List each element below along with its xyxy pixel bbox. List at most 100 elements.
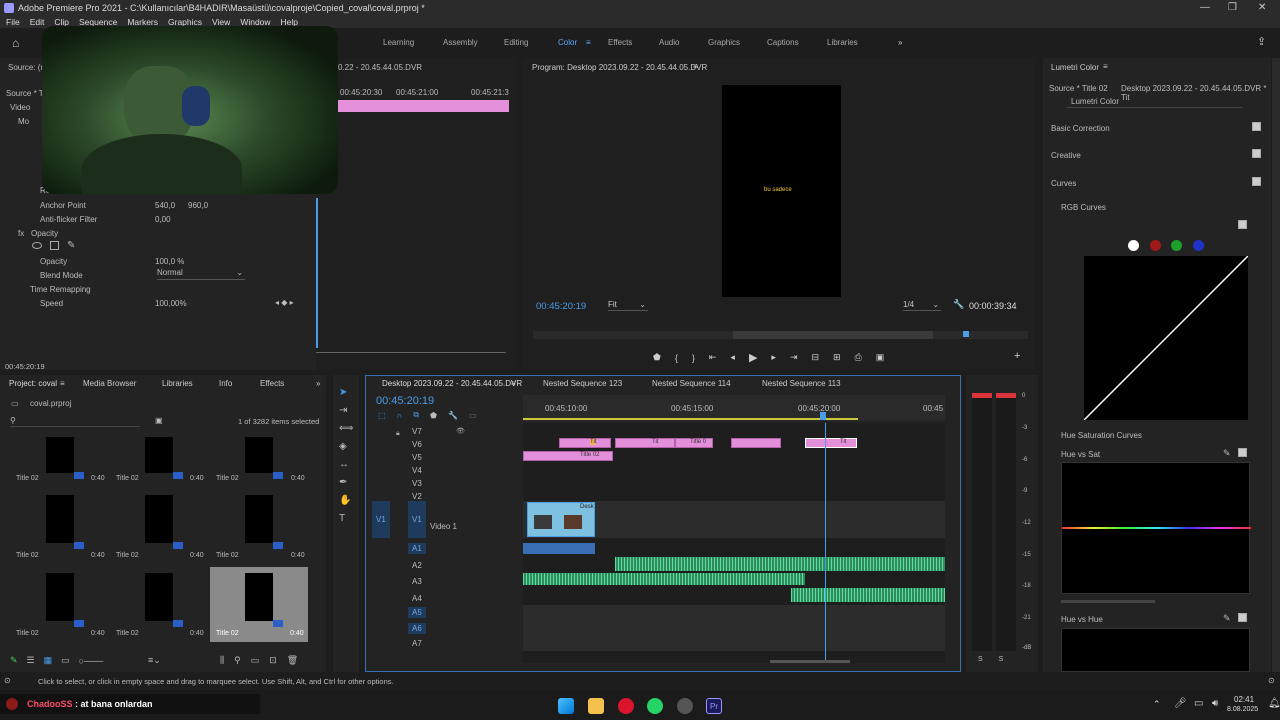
workspace-color[interactable]: Color [558,38,577,47]
workspace-captions[interactable]: Captions [767,38,799,47]
linked-selection-icon[interactable]: ⧉ [413,410,419,420]
zoom-slider[interactable]: ○─── [79,656,104,666]
work-area-bar[interactable] [523,418,858,420]
nest-icon[interactable]: ⬚ [378,411,386,420]
ellipse-mask-icon[interactable] [32,242,42,249]
curve-white-channel-icon[interactable] [1128,240,1139,251]
program-scrubber[interactable] [533,331,1028,339]
timeline-horizontal-scroll[interactable] [770,660,850,663]
clip-audio-a1[interactable] [523,543,595,554]
workspace-libraries[interactable]: Libraries [827,38,858,47]
tab-effects[interactable]: Effects [260,379,284,388]
icon-view-icon[interactable]: ▦ [44,655,53,666]
new-bin-icon[interactable]: ▣ [155,416,163,425]
project-item-thumb[interactable] [46,573,84,627]
network-icon[interactable]: ▭ [1194,698,1203,709]
marker-icon[interactable]: ⬟ [653,352,661,363]
tray-chevron-icon[interactable]: ⌃ [1153,699,1161,710]
whatsapp-icon[interactable] [647,698,663,714]
sort-icon[interactable]: ≡⌄ [148,655,161,666]
track-select-tool-icon[interactable]: ⇥ [339,405,353,416]
mark-in-icon[interactable]: { [675,353,678,363]
hand-tool-icon[interactable]: ✋ [339,495,353,506]
share-icon[interactable]: ⇪ [1257,35,1266,48]
new-bin-button-icon[interactable]: ▭ [251,655,260,666]
curve-red-channel-icon[interactable] [1150,240,1161,251]
program-timecode[interactable]: 00:45:20:19 [536,301,586,312]
tab-nested-113[interactable]: Nested Sequence 113 [762,379,841,388]
curves-checkbox[interactable] [1252,177,1261,186]
meter-solo-buttons[interactable]: S S [978,656,1003,663]
project-item-thumb[interactable] [145,573,183,627]
step-forward-icon[interactable]: ▸ [771,352,776,363]
selection-tool-icon[interactable]: ➤ [339,387,353,398]
snap-icon[interactable]: ∩ [397,411,403,420]
antiflicker-value[interactable]: 0,00 [155,215,171,224]
workspace-audio[interactable]: Audio [659,38,679,47]
program-menu-icon[interactable]: ≡ [693,62,698,71]
workspace-learning[interactable]: Learning [383,38,414,47]
clock-date[interactable]: 8.08.2025 [1227,706,1258,713]
project-item-selected[interactable]: Title 02 0:40 [210,567,308,642]
tab-media-browser[interactable]: Media Browser [83,379,136,388]
notifications-icon[interactable]: 🔔︎ [1268,698,1280,709]
list-view-icon[interactable]: ☰ [27,655,35,666]
hue-vs-hue-graph[interactable] [1061,628,1250,672]
microphone-icon[interactable]: 🎤︎ [1174,698,1187,709]
project-item-thumb[interactable] [245,437,283,479]
timeline-ruler[interactable]: 00:45:10:00 00:45:15:00 00:45:20:00 00:4… [523,395,945,421]
basic-correction-section[interactable]: Basic Correction [1051,124,1110,133]
anchor-x-value[interactable]: 540,0 [155,201,175,210]
lumetri-title[interactable]: Lumetri Color [1051,63,1099,72]
pencil-icon[interactable]: ✎ [10,655,18,666]
go-to-out-icon[interactable]: ⇥ [790,352,798,363]
close-icon[interactable]: ✕ [1258,2,1266,13]
effect-timecode[interactable]: 00:45:20:19 [5,362,45,371]
lumetri-scrollbar[interactable] [1272,58,1280,672]
windows-start-icon[interactable] [558,698,574,714]
tab-nested-114[interactable]: Nested Sequence 114 [652,379,731,388]
program-title[interactable]: Program: Desktop 2023.09.22 - 20.45.44.0… [532,63,707,72]
workspace-editing[interactable]: Editing [504,38,528,47]
eyedropper-icon[interactable]: ✎ [1223,448,1231,459]
menu-file[interactable]: File [6,17,20,27]
curve-blue-channel-icon[interactable] [1193,240,1204,251]
menu-edit[interactable]: Edit [30,17,45,27]
hue-vs-hue-checkbox[interactable] [1238,613,1247,622]
curve-green-channel-icon[interactable] [1171,240,1182,251]
rgb-curves-label[interactable]: RGB Curves [1061,203,1106,212]
rgb-curves-checkbox[interactable] [1238,220,1247,229]
more-tabs-icon[interactable]: » [316,379,320,388]
clip-desktop-video[interactable]: Desk [527,502,595,537]
clip-pink[interactable]: Title 02 [523,451,613,461]
workspace-graphics[interactable]: Graphics [708,38,740,47]
trash-icon[interactable]: 🗑 [287,655,298,666]
creative-section[interactable]: Creative [1051,151,1081,160]
project-item-thumb[interactable] [145,495,183,549]
find-icon[interactable]: ⚲ [234,655,241,666]
speed-value[interactable]: 100,00% [155,299,187,308]
add-button-icon[interactable]: + [1014,350,1020,362]
opera-icon[interactable] [618,698,634,714]
mini-playhead[interactable] [316,198,318,348]
razor-tool-icon[interactable]: ◈ [339,441,353,452]
lumetri-effect-select[interactable]: Lumetri Color [1067,97,1242,108]
clip-pink[interactable] [731,438,781,448]
keyframe-nav-icon[interactable]: ◂ ◆ ▸ [275,298,294,307]
project-search-input[interactable]: ⚲ [10,416,140,427]
project-menu-icon[interactable]: ≡ [60,379,65,388]
lift-icon[interactable]: ⊟ [811,352,819,363]
type-tool-icon[interactable]: T [339,513,353,524]
export-frame-icon[interactable]: ⎙ [855,352,862,363]
anchor-y-value[interactable]: 960,0 [188,201,208,210]
playhead-line[interactable] [825,423,826,663]
hue-vs-sat-graph[interactable] [1061,462,1251,594]
rect-mask-icon[interactable] [50,241,59,250]
freeform-view-icon[interactable]: ▭ [61,655,70,666]
pen-tool-icon[interactable]: ✒ [339,477,353,488]
tab-sequence-main[interactable]: Desktop 2023.09.22 - 20.45.44.05.DVR [382,379,522,388]
home-icon[interactable]: ⌂ [12,36,19,50]
clock-time[interactable]: 02:41 [1234,695,1254,704]
file-explorer-icon[interactable] [588,698,604,714]
zoom-fit-select[interactable]: Fit ⌄ [608,300,648,311]
